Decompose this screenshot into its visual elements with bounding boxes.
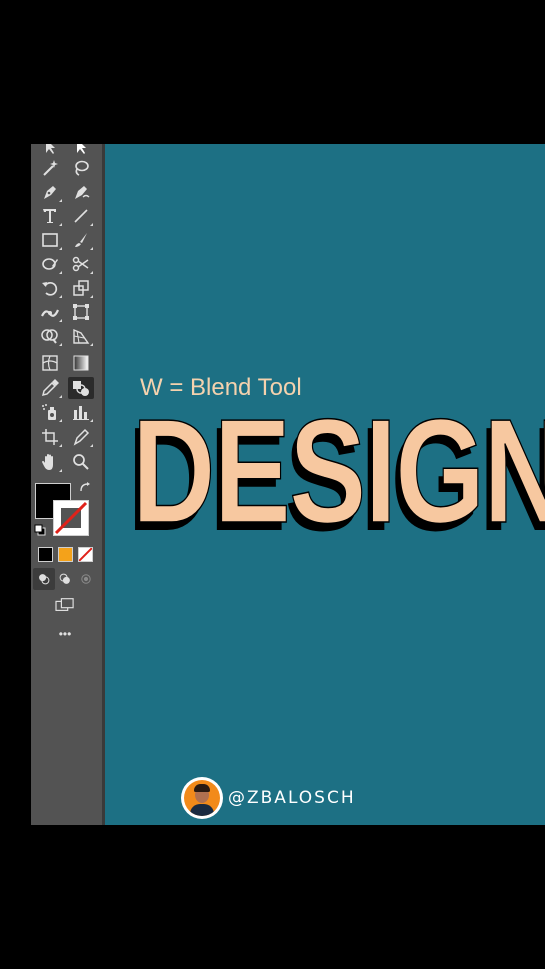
symbol-sprayer-icon[interactable] [37, 401, 63, 423]
paintbrush-icon[interactable] [68, 229, 94, 251]
color-swatch-none[interactable] [78, 547, 93, 562]
blend-icon[interactable] [68, 377, 94, 399]
default-fill-stroke-icon[interactable] [34, 523, 46, 536]
shape-builder-icon[interactable] [37, 325, 63, 347]
swap-fill-stroke-icon[interactable] [79, 481, 93, 495]
screen-mode-icon[interactable] [51, 594, 79, 616]
stroke-color-swatch[interactable] [53, 500, 89, 536]
column-graph-icon[interactable] [68, 401, 94, 423]
curvature-pen-icon[interactable] [68, 181, 94, 203]
width-icon[interactable] [37, 301, 63, 323]
type-icon[interactable] [37, 205, 63, 227]
rotate-icon[interactable] [37, 277, 63, 299]
eyedropper-icon[interactable] [37, 377, 63, 399]
slice-icon[interactable] [68, 426, 94, 448]
magic-wand-icon[interactable] [37, 157, 63, 179]
draw-behind-icon[interactable] [54, 568, 76, 590]
scissors-icon[interactable] [68, 253, 94, 275]
mesh-icon[interactable] [37, 352, 63, 374]
pen-icon[interactable] [37, 181, 63, 203]
hand-icon[interactable] [37, 451, 63, 473]
color-swatch-orange[interactable] [58, 547, 73, 562]
draw-inside-icon[interactable] [75, 568, 97, 590]
avatar [181, 777, 223, 819]
artboard-icon[interactable] [37, 426, 63, 448]
zoom-icon[interactable] [68, 451, 94, 473]
color-swatch-black[interactable] [38, 547, 53, 562]
design-headline[interactable]: DESIGN DESIGN [127, 389, 545, 554]
edit-toolbar-button[interactable]: ••• [51, 627, 79, 641]
tools-panel: ••• [31, 144, 105, 825]
line-segment-icon[interactable] [68, 205, 94, 227]
rectangle-icon[interactable] [37, 229, 63, 251]
free-transform-icon[interactable] [68, 301, 94, 323]
none-slash-icon [54, 501, 88, 535]
creator-watermark: @ZBALOSCH [181, 777, 356, 819]
shaper-icon[interactable] [37, 253, 63, 275]
creator-handle: @ZBALOSCH [228, 788, 356, 808]
draw-normal-icon[interactable] [33, 568, 55, 590]
gradient-icon[interactable] [68, 352, 94, 374]
lasso-icon[interactable] [68, 157, 94, 179]
headline-text: DESIGN [131, 389, 545, 554]
direct-selection-icon[interactable] [37, 144, 63, 158]
scale-icon[interactable] [68, 277, 94, 299]
perspective-grid-icon[interactable] [68, 325, 94, 347]
group-selection-icon[interactable] [68, 144, 94, 158]
app-window: ••• W = Blend Tool DESIGN DESIGN @ZBALOS… [31, 144, 545, 825]
